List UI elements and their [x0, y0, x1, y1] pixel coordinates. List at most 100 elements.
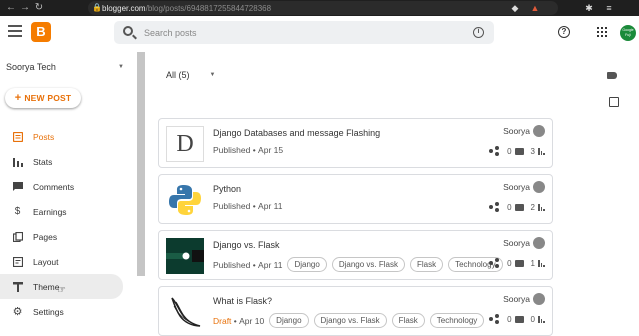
extensions-icon[interactable]: ✱ — [582, 0, 596, 16]
sidebar: Soorya Tech ▼ + NEW POST Posts Stats Com… — [0, 52, 137, 330]
author-name: Soorya — [503, 182, 530, 192]
post-date: Apr 11 — [258, 201, 283, 211]
new-post-label: NEW POST — [24, 93, 72, 103]
browser-toolbar: ← → ↻ 🔒 blogger.com/blog/posts/694881725… — [0, 0, 639, 16]
sidebar-scrollbar[interactable] — [137, 52, 145, 276]
label-chip[interactable]: Django — [287, 257, 327, 272]
post-meta: Published • Apr 11 — [213, 201, 283, 211]
view-count: 3 — [530, 146, 535, 156]
sidebar-item-pages[interactable]: Pages — [0, 224, 123, 249]
post-filter-dropdown[interactable]: All (5) ▼ — [166, 70, 215, 80]
post-date: Apr 10 — [239, 315, 265, 326]
post-status: Draft — [213, 315, 232, 326]
post-stats: 0 0 — [489, 314, 545, 324]
reload-icon[interactable]: ↻ — [32, 0, 46, 16]
author-avatar — [533, 181, 545, 193]
brave-rewards-icon[interactable]: ▲ — [528, 0, 542, 16]
info-icon[interactable]: i — [473, 27, 484, 38]
forward-icon[interactable]: → — [18, 0, 32, 16]
label-chip[interactable]: Django vs. Flask — [331, 257, 405, 272]
view-count: 0 — [530, 314, 535, 324]
django-vs-flask-thumbnail — [166, 238, 204, 274]
view-count: 1 — [530, 258, 535, 268]
label-chip[interactable]: Flask — [409, 257, 444, 272]
label-chip[interactable]: Django — [269, 313, 309, 328]
sidebar-item-posts[interactable]: Posts — [0, 124, 123, 149]
post-card[interactable]: D Django Databases and message Flashing … — [158, 118, 553, 168]
post-card[interactable]: Django vs. Flask Published • Apr 11 Djan… — [158, 230, 553, 280]
back-icon[interactable]: ← — [4, 0, 18, 16]
sidebar-item-label: Posts — [33, 131, 55, 142]
post-title[interactable]: Django vs. Flask — [213, 240, 280, 250]
brave-shield-icon[interactable]: ◆ — [508, 0, 522, 16]
sidebar-item-earnings[interactable]: $ Earnings — [0, 199, 123, 224]
blog-selector[interactable]: Soorya Tech ▼ — [6, 60, 124, 74]
post-card[interactable]: Python Published • Apr 11 Soorya 0 2 — [158, 174, 553, 224]
label-chip[interactable]: Technology — [429, 313, 485, 328]
gear-icon: ⚙ — [12, 306, 23, 318]
author-name: Soorya — [503, 238, 530, 248]
sidebar-item-label: Earnings — [33, 206, 67, 217]
post-title[interactable]: Django Databases and message Flashing — [213, 128, 380, 138]
blog-name: Soorya Tech — [6, 62, 56, 72]
post-date: Apr 11 — [258, 259, 283, 270]
apps-grid-icon[interactable] — [597, 27, 607, 37]
select-all-checkbox[interactable] — [609, 97, 619, 107]
comments-icon — [12, 181, 23, 192]
sidebar-item-label: Pages — [33, 231, 58, 242]
label-chip[interactable]: Django vs. Flask — [313, 313, 387, 328]
url-text: blogger.com/blog/posts/69488172558447283… — [102, 3, 272, 13]
sidebar-item-stats[interactable]: Stats — [0, 149, 123, 174]
post-meta: Published • Apr 11 Django Django vs. Fla… — [213, 257, 503, 272]
comment-icon — [514, 147, 524, 155]
sidebar-item-label: Stats — [33, 156, 53, 167]
post-title[interactable]: Python — [213, 184, 241, 194]
browser-menu-icon[interactable]: ≡ — [602, 0, 616, 16]
sidebar-item-label: Comments — [33, 181, 75, 192]
stats-icon — [538, 203, 545, 211]
share-icon[interactable] — [489, 202, 500, 212]
sidebar-item-settings[interactable]: ⚙ Settings — [0, 299, 123, 324]
comment-count: 0 — [507, 146, 512, 156]
account-avatar[interactable]: Google Fuji — [620, 25, 636, 41]
post-card[interactable]: What is Flask? Draft • Apr 10 Django Dja… — [158, 286, 553, 336]
share-icon[interactable] — [489, 146, 500, 156]
post-title[interactable]: What is Flask? — [213, 296, 272, 306]
app-header: B i ? Google Fuji — [0, 16, 639, 52]
share-icon[interactable] — [489, 314, 500, 324]
stats-icon — [538, 259, 545, 267]
post-author: Soorya — [503, 125, 545, 137]
sidebar-item-layout[interactable]: Layout — [0, 249, 123, 274]
comment-count: 0 — [507, 314, 512, 324]
sidebar-item-label: Settings — [33, 306, 64, 317]
stats-icon — [538, 147, 545, 155]
post-thumbnail: D — [166, 126, 204, 162]
sidebar-item-comments[interactable]: Comments — [0, 174, 123, 199]
author-avatar — [533, 237, 545, 249]
hamburger-menu-icon[interactable] — [8, 25, 22, 39]
post-meta: Published • Apr 15 — [213, 145, 284, 155]
caret-down-icon: ▼ — [209, 72, 216, 78]
sidebar-item-theme[interactable]: Theme ☞ — [0, 274, 123, 299]
help-icon[interactable]: ? — [558, 26, 570, 38]
post-stats: 0 1 — [489, 258, 545, 268]
search-icon[interactable] — [123, 26, 133, 36]
sidebar-item-label: Theme — [33, 281, 60, 292]
filter-label: All (5) — [166, 70, 190, 80]
hand-cursor-icon: ☞ — [57, 285, 66, 296]
post-status: Published — [213, 201, 251, 211]
caret-down-icon: ▼ — [118, 64, 124, 70]
post-author: Soorya — [503, 181, 545, 193]
label-chip[interactable]: Flask — [391, 313, 425, 328]
address-bar[interactable]: 🔒 blogger.com/blog/posts/694881725584472… — [88, 1, 558, 15]
comment-icon — [514, 315, 524, 323]
new-post-button[interactable]: + NEW POST — [5, 88, 81, 108]
blogger-logo[interactable]: B — [31, 22, 51, 42]
post-author: Soorya — [503, 293, 545, 305]
search-bar[interactable]: i — [114, 21, 494, 44]
search-input[interactable] — [144, 25, 464, 40]
label-icon[interactable] — [607, 72, 617, 79]
share-icon[interactable] — [489, 258, 500, 268]
dollar-icon: $ — [14, 206, 21, 217]
posts-main: All (5) ▼ D Django Databases and message… — [145, 52, 639, 336]
